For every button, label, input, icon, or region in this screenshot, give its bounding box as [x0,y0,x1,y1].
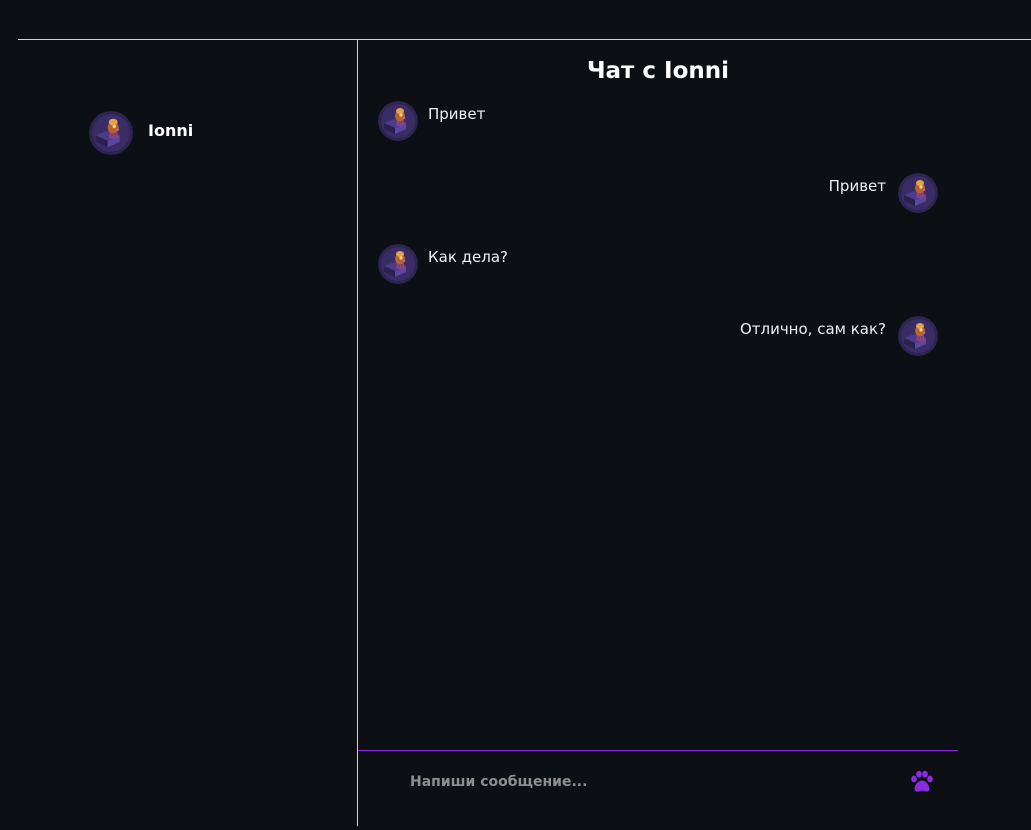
chat-title: Чат с Ionni [586,58,730,84]
paw-icon [911,770,933,792]
contacts-sidebar: Ionni [0,40,357,826]
send-button[interactable] [906,767,938,797]
message-outgoing: Отлично, сам как? [740,316,938,356]
avatar-icon [89,111,133,155]
composer-divider [358,750,958,751]
message-incoming: Привет [378,101,485,141]
message-text: Отлично, сам как? [739,320,886,338]
chat-app: Ionni Чат с Ionni Привет Привет Как дела… [0,0,1031,830]
message-text: Как дела? [428,248,509,266]
message-text: Привет [828,177,886,195]
message-text: Привет [428,105,486,123]
message-input[interactable] [402,762,898,802]
chat-panel: Чат с Ionni Привет Привет Как дела? Отли… [358,40,1031,830]
avatar-icon [898,316,938,356]
avatar-icon [898,173,938,213]
contact-item-ionni[interactable]: Ionni [89,110,193,156]
avatar-icon [378,101,418,141]
message-incoming: Как дела? [378,244,508,284]
avatar-icon [378,244,418,284]
message-outgoing: Привет [829,173,938,213]
contact-name: Ionni [148,121,194,140]
